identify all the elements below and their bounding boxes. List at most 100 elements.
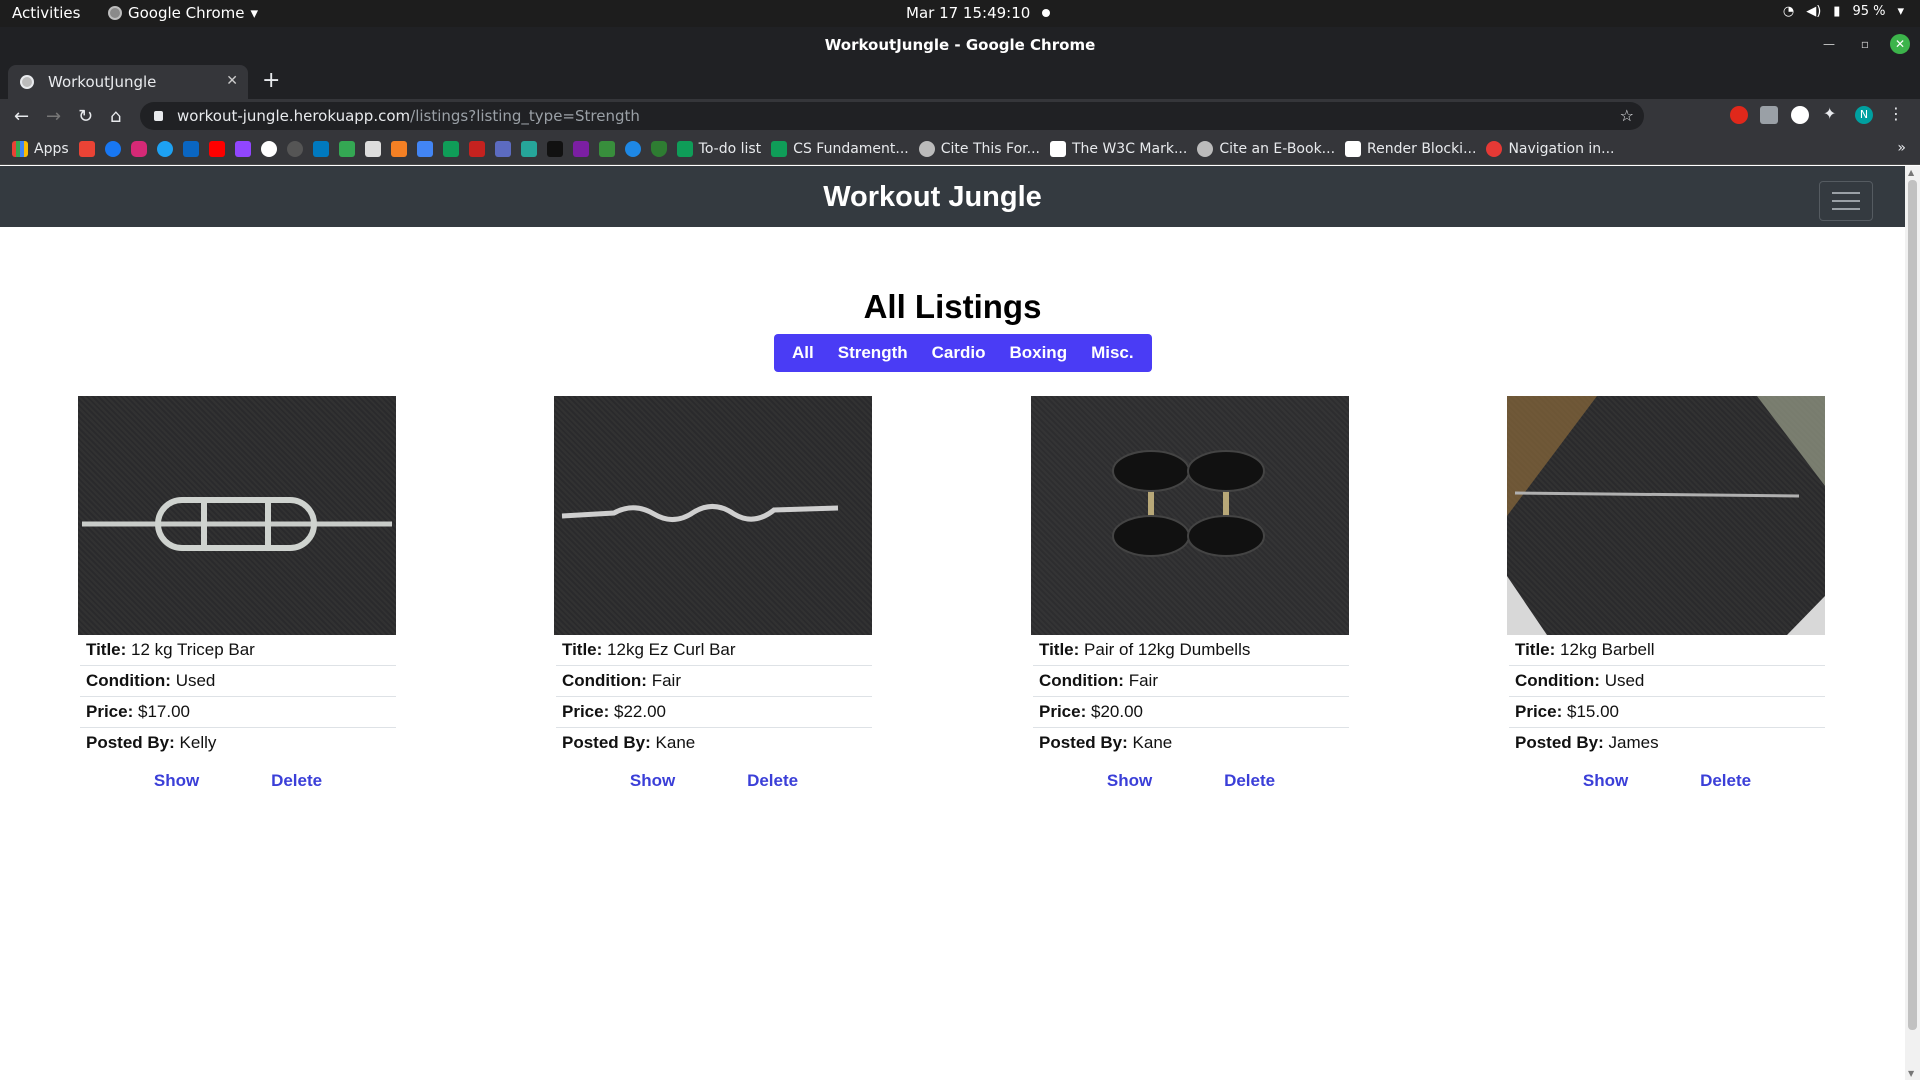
shield-icon[interactable] xyxy=(650,140,667,157)
hamburger-menu-icon[interactable] xyxy=(1819,181,1873,221)
listing-price: Price: $15.00 xyxy=(1509,697,1825,728)
gmail-icon[interactable] xyxy=(78,140,95,157)
bookmark-apps[interactable]: Apps xyxy=(12,140,69,157)
lock-icon xyxy=(154,111,163,121)
listing-price: Price: $20.00 xyxy=(1033,697,1349,728)
wifi-icon: ◔ xyxy=(1782,4,1795,19)
scrollbar-thumb[interactable] xyxy=(1908,180,1917,1030)
bookmark-cs-fundamentals[interactable]: CS Fundament... xyxy=(771,140,909,157)
google-icon[interactable] xyxy=(260,140,277,157)
system-top-bar: Activities Google Chrome ▾ Mar 17 15:49:… xyxy=(0,0,1920,27)
bookmark-navigation[interactable]: Navigation in... xyxy=(1486,140,1615,157)
bookmark-star-icon[interactable]: ☆ xyxy=(1620,106,1634,125)
green-app-icon[interactable] xyxy=(338,140,355,157)
bookmark-label: Cite an E-Book... xyxy=(1219,140,1336,157)
app-menu-label: Google Chrome xyxy=(128,4,245,22)
listing-posted-by: Posted By: James xyxy=(1515,733,1659,752)
filter-strength[interactable]: Strength xyxy=(826,343,920,363)
forms-icon[interactable] xyxy=(494,140,511,157)
show-link[interactable]: Show xyxy=(630,771,675,791)
bookmark-label: Render Blocki... xyxy=(1367,140,1477,157)
bookmarks-bar: Apps To-do list CS Fundament... Cite Thi… xyxy=(0,133,1920,165)
asterisk-icon xyxy=(1486,140,1503,157)
extension-gray-icon[interactable] xyxy=(1760,106,1778,124)
show-link[interactable]: Show xyxy=(154,771,199,791)
bookmark-cite-this-for[interactable]: Cite This For... xyxy=(918,140,1040,157)
filter-boxing[interactable]: Boxing xyxy=(997,343,1079,363)
listing-price: Price: $17.00 xyxy=(80,697,396,728)
bookmark-todo[interactable]: To-do list xyxy=(676,140,761,157)
delete-link[interactable]: Delete xyxy=(1224,771,1275,791)
facebook-icon[interactable] xyxy=(104,140,121,157)
show-link[interactable]: Show xyxy=(1583,771,1628,791)
trello-icon[interactable] xyxy=(312,140,329,157)
clock[interactable]: Mar 17 15:49:10 xyxy=(906,4,1051,22)
twitch-icon[interactable] xyxy=(234,140,251,157)
app-menu[interactable]: Google Chrome ▾ xyxy=(108,4,258,22)
site-brand[interactable]: Workout Jungle xyxy=(0,181,1865,214)
listing-posted-by: Posted By: Kelly xyxy=(86,733,217,752)
extension-white-icon[interactable] xyxy=(1791,106,1809,124)
reload-icon[interactable]: ↻ xyxy=(78,106,93,127)
twitter-icon[interactable] xyxy=(156,140,173,157)
github-icon[interactable] xyxy=(286,140,303,157)
show-link[interactable]: Show xyxy=(1107,771,1152,791)
google-docs-icon[interactable] xyxy=(416,140,433,157)
delete-link[interactable]: Delete xyxy=(747,771,798,791)
new-tab-button[interactable]: + xyxy=(262,68,280,93)
filter-cardio[interactable]: Cardio xyxy=(920,343,998,363)
volume-icon: ◀) xyxy=(1806,4,1822,19)
w3c-icon xyxy=(1049,140,1066,157)
url-path: /listings?listing_type=Strength xyxy=(410,107,640,125)
sheets-icon xyxy=(676,140,693,157)
bookmark-render-blocking[interactable]: Render Blocki... xyxy=(1345,140,1477,157)
purple-app-icon[interactable] xyxy=(572,140,589,157)
system-tray[interactable]: ◔ ◀) ▮ 95 % ▾ xyxy=(1783,4,1904,19)
menu-dots-icon[interactable]: ⋮ xyxy=(1888,104,1906,123)
bookmark-w3c[interactable]: The W3C Mark... xyxy=(1049,140,1188,157)
extension-red-icon[interactable] xyxy=(1730,106,1748,124)
home-icon[interactable]: ⌂ xyxy=(110,106,121,127)
minimize-icon[interactable]: — xyxy=(1818,37,1840,51)
maximize-icon[interactable]: ▫ xyxy=(1854,37,1876,51)
docs-icon[interactable] xyxy=(364,140,381,157)
address-bar[interactable]: workout-jungle.herokuapp.com /listings?l… xyxy=(140,102,1644,130)
linkedin-icon[interactable] xyxy=(182,140,199,157)
close-tab-icon[interactable]: ✕ xyxy=(226,73,238,89)
tab-strip: WorkoutJungle ✕ xyxy=(0,63,1920,99)
activities-button[interactable]: Activities xyxy=(12,4,80,22)
teal-app-icon[interactable] xyxy=(520,140,537,157)
black-app-icon[interactable] xyxy=(546,140,563,157)
delete-link[interactable]: Delete xyxy=(271,771,322,791)
extensions-puzzle-icon[interactable]: ✦ xyxy=(1823,105,1841,123)
stackoverflow-icon[interactable] xyxy=(390,140,407,157)
bookmark-label: Navigation in... xyxy=(1508,140,1615,157)
filter-misc[interactable]: Misc. xyxy=(1079,343,1146,363)
scroll-up-icon[interactable]: ▲ xyxy=(1908,168,1914,177)
bookmark-cite-ebook[interactable]: Cite an E-Book... xyxy=(1197,140,1336,157)
instagram-icon[interactable] xyxy=(130,140,147,157)
forward-arrow-icon[interactable]: → xyxy=(46,106,61,127)
close-window-icon[interactable]: ✕ xyxy=(1890,34,1910,54)
web-page: Workout Jungle All Listings All Strength… xyxy=(0,166,1905,1080)
url-host: workout-jungle.herokuapp.com xyxy=(177,107,411,125)
green-badge-icon[interactable] xyxy=(598,140,615,157)
cloud-icon[interactable] xyxy=(624,140,641,157)
page-scrollbar[interactable]: ▲ ▼ xyxy=(1905,166,1920,1080)
filter-all[interactable]: All xyxy=(780,343,826,363)
back-arrow-icon[interactable]: ← xyxy=(14,106,29,127)
red-grid-icon[interactable] xyxy=(468,140,485,157)
youtube-icon[interactable] xyxy=(208,140,225,157)
google-sheets-icon[interactable] xyxy=(442,140,459,157)
listing-card: Title: 12kg Ez Curl Bar Condition: Fair … xyxy=(554,396,874,791)
scroll-down-icon[interactable]: ▼ xyxy=(1908,1069,1914,1078)
profile-avatar[interactable]: N xyxy=(1855,106,1873,124)
notification-dot-icon xyxy=(1042,9,1051,17)
delete-link[interactable]: Delete xyxy=(1700,771,1751,791)
more-bookmarks-icon[interactable]: » xyxy=(1897,140,1906,156)
apps-grid-icon xyxy=(12,140,28,157)
tray-arrow-icon: ▾ xyxy=(1897,4,1904,19)
listing-condition: Condition: Used xyxy=(1509,666,1825,697)
tab-workoutjungle[interactable]: WorkoutJungle ✕ xyxy=(8,65,248,99)
bookmark-label: The W3C Mark... xyxy=(1071,140,1188,157)
